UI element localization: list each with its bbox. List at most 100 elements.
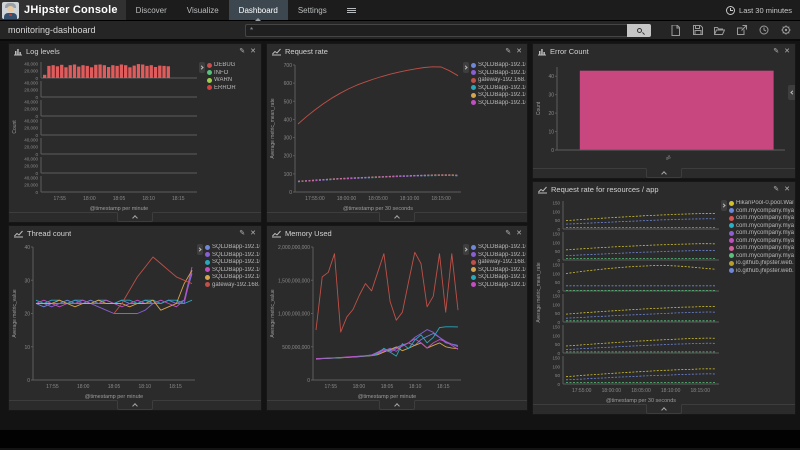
svg-text:40: 40 [24,245,30,251]
legend-item[interactable]: SQLDBapp-192.168.4... [471,70,526,76]
legend-item[interactable]: com.mycompany.myap... [729,215,794,221]
legend-label: HikariPool-0.pool.Wait [736,200,794,206]
line-chart-icon [272,48,281,56]
legend-item[interactable]: com.mycompany.myap... [729,208,794,214]
svg-text:20: 20 [548,111,554,117]
legend-item[interactable]: com.mycompany.myap... [729,238,794,244]
legend-item[interactable]: SQLDBapp-192.168.4... [471,244,526,250]
legend-item[interactable]: SQLDBapp-192.168.4... [205,274,260,280]
legend-item[interactable]: WARN [207,77,260,83]
legend-item[interactable]: SQLDBapp-192.168.4... [471,282,526,288]
thread-count-chart[interactable]: Average metric_value01020304017:5518:001… [9,241,199,400]
legend-item[interactable]: SQLDBapp-192.168.4... [205,252,260,258]
dashboard-grid: Log levels ✎ ✕ Count40,00020,000040,0002… [0,41,800,430]
legend-toggle-icon[interactable] [197,244,203,255]
legend-item[interactable]: gateway-192.168.43.8... [205,282,260,288]
request-rate-resources-chart[interactable]: Average metric_mean_rate1501005001501005… [533,197,723,404]
legend-item[interactable]: SQLDBapp-192.168.4... [471,100,526,106]
request-rate-chart[interactable]: Average metric_mean_rate0100200300400500… [267,59,465,212]
memory-used-chart[interactable]: Average metric_value0500,000,0001,000,00… [267,241,465,400]
menu-icon[interactable] [337,0,366,20]
legend-item[interactable]: SQLDBapp-192.168.4... [471,92,526,98]
svg-text:all: all [665,154,672,162]
svg-text:40,000: 40,000 [24,119,38,124]
log-levels-chart[interactable]: Count40,00020,000040,00020,000040,00020,… [9,59,201,212]
legend-color-dot [205,252,210,257]
legend-color-dot [471,78,476,83]
legend-item[interactable]: com.mycompany.myap... [729,230,794,236]
legend-item[interactable]: com.mycompany.myap... [729,245,794,251]
jhipster-logo[interactable]: JHipster Console [0,0,126,20]
legend-item[interactable]: com.mycompany.myap... [729,223,794,229]
legend-toggle-icon[interactable] [463,244,469,255]
search-button[interactable] [627,24,651,37]
close-icon[interactable]: ✕ [784,48,790,55]
svg-text:18:10:00: 18:10:00 [400,196,420,202]
legend-item[interactable]: SQLDBapp-192.168.4... [471,267,526,273]
legend-item[interactable]: INFO [207,70,260,76]
nav-discover[interactable]: Discover [126,0,177,20]
edit-icon[interactable]: ✎ [773,48,779,55]
time-picker[interactable]: Last 30 minutes [718,0,800,20]
chevron-up-icon [394,215,400,221]
panel-request-rate-resources: Request rate for resources / app ✎ ✕ Ave… [532,181,796,415]
collapse-panel-button[interactable] [646,404,682,414]
panel-title: Log levels [26,47,60,56]
legend-toggle-icon[interactable] [721,200,727,211]
close-icon[interactable]: ✕ [250,48,256,55]
legend-item[interactable]: com.mycompany.myap... [729,253,794,259]
nav-settings[interactable]: Settings [288,0,337,20]
legend-color-dot [207,70,212,75]
refresh-icon[interactable] [757,24,770,37]
close-icon[interactable]: ✕ [784,186,790,193]
legend-toggle-icon[interactable] [199,62,205,73]
legend-item[interactable]: ERROR [207,85,260,91]
nav-dashboard[interactable]: Dashboard [229,0,288,20]
legend-item[interactable]: SQLDBapp-192.168.4... [205,244,260,250]
close-icon[interactable]: ✕ [516,48,522,55]
svg-text:600: 600 [284,81,293,87]
svg-text:40,000: 40,000 [24,62,38,67]
svg-text:30: 30 [548,93,554,99]
time-range-label: Last 30 minutes [739,6,792,15]
legend-item[interactable]: SQLDBapp-192.168.4... [471,85,526,91]
close-icon[interactable]: ✕ [250,230,256,237]
edit-icon[interactable]: ✎ [239,230,245,237]
legend-color-dot [729,231,734,236]
edit-icon[interactable]: ✎ [239,48,245,55]
share-icon[interactable] [735,24,748,37]
query-input[interactable] [245,24,627,37]
legend-toggle-icon[interactable] [463,62,469,73]
legend-toggle-icon[interactable] [788,85,795,100]
svg-text:700: 700 [284,63,293,69]
edit-icon[interactable]: ✎ [505,48,511,55]
new-dashboard-icon[interactable] [669,24,682,37]
line-chart-icon [14,230,23,238]
nav-visualize[interactable]: Visualize [177,0,229,20]
edit-icon[interactable]: ✎ [505,230,511,237]
legend: SQLDBapp-192.168.4...SQLDBapp-192.168.4.… [471,62,526,106]
legend-item[interactable]: gateway-192.168.43.8... [471,259,526,265]
legend-item[interactable]: SQLDBapp-192.168.4... [471,62,526,68]
legend-item[interactable]: io.github.jhipster.web.r... [729,268,794,274]
legend-item[interactable]: SQLDBapp-192.168.4... [471,274,526,280]
legend-item[interactable]: HikariPool-0.pool.Wait [729,200,794,206]
save-dashboard-icon[interactable] [691,24,704,37]
legend-item[interactable]: DEBUG [207,62,260,68]
load-dashboard-icon[interactable] [713,24,726,37]
collapse-panel-button[interactable] [117,400,153,410]
legend-item[interactable]: io.github.jhipster.web.r... [729,260,794,266]
collapse-panel-button[interactable] [117,212,153,222]
legend-item[interactable]: SQLDBapp-192.168.4... [205,259,260,265]
collapse-panel-button[interactable] [379,212,415,222]
legend-item[interactable]: SQLDBapp-192.168.4... [205,267,260,273]
collapse-panel-button[interactable] [379,400,415,410]
collapse-panel-button[interactable] [646,168,682,178]
svg-text:0: 0 [27,378,30,384]
legend-item[interactable]: gateway-192.168.43.8... [471,77,526,83]
edit-icon[interactable]: ✎ [773,186,779,193]
error-count-chart[interactable]: Count010203040all [533,59,795,168]
options-gear-icon[interactable] [779,24,792,37]
close-icon[interactable]: ✕ [516,230,522,237]
legend-item[interactable]: SQLDBapp-192.168.4... [471,252,526,258]
